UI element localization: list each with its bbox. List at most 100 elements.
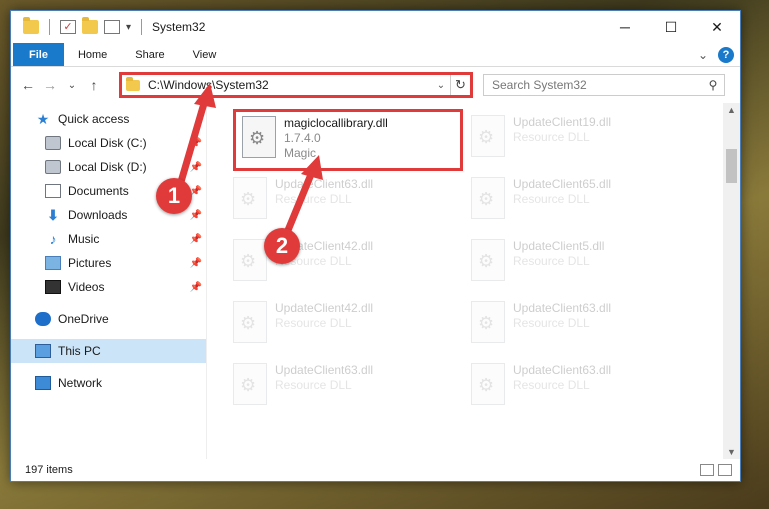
maximize-button[interactable]: ☐ (648, 11, 694, 43)
music-icon: ♪ (49, 231, 57, 247)
videos-icon (45, 280, 61, 294)
sidebar-item-local-disk-d[interactable]: Local Disk (D:) 📌 (11, 155, 206, 179)
vertical-scrollbar[interactable]: ▲ ▼ (723, 103, 740, 459)
file-explorer-window: ✓ ▾ System32 ─ ☐ ✕ File Home Share View … (10, 10, 741, 482)
network-icon (35, 376, 51, 390)
close-button[interactable]: ✕ (694, 11, 740, 43)
sidebar-item-label: Local Disk (C:) (68, 136, 147, 150)
file-item[interactable]: UpdateClient63.dllResource DLL (233, 177, 459, 235)
file-type: Resource DLL (513, 254, 590, 268)
pin-icon: 📌 (189, 161, 202, 173)
dll-file-icon (233, 177, 267, 219)
toolbar-dropdown-icon[interactable]: ▾ (126, 22, 131, 33)
forward-button[interactable]: → (39, 77, 61, 93)
large-icons-view-icon[interactable] (718, 464, 732, 476)
window-controls: ─ ☐ ✕ (602, 11, 740, 43)
tab-share[interactable]: Share (121, 43, 178, 66)
help-icon[interactable]: ? (718, 47, 734, 63)
file-type: Resource DLL (275, 378, 352, 392)
file-item[interactable]: UpdateClient19.dllResource DLL (471, 115, 697, 173)
sidebar-item-onedrive[interactable]: OneDrive (11, 307, 206, 331)
file-item[interactable]: UpdateClient65.dllResource DLL (471, 177, 697, 235)
dll-file-icon (233, 239, 267, 281)
tab-file[interactable]: File (13, 43, 64, 66)
file-item[interactable]: UpdateClient63.dllResource DLL (233, 363, 459, 421)
quick-access-toolbar: ✓ ▾ (11, 17, 146, 35)
file-type: Resource DLL (275, 316, 352, 330)
file-name: UpdateClient65.dll (513, 177, 612, 191)
tab-view[interactable]: View (179, 43, 231, 66)
expand-ribbon-icon[interactable]: ⌄ (698, 48, 708, 62)
sidebar-item-label: Network (58, 376, 103, 390)
search-box[interactable]: Search System32 ⚲ (483, 74, 725, 96)
file-item[interactable]: UpdateClient42.dllResource DLL (233, 301, 459, 359)
sidebar-item-label: Videos (68, 280, 105, 294)
back-button[interactable]: ← (17, 77, 39, 93)
pin-icon: 📌 (189, 281, 202, 293)
file-name: UpdateClient63.dll (513, 363, 612, 377)
recent-locations-button[interactable]: ⌄ (61, 80, 83, 91)
dll-file-icon (242, 116, 276, 158)
sidebar-item-label: Music (68, 232, 100, 246)
file-name: UpdateClient63.dll (513, 301, 612, 315)
scroll-down-icon[interactable]: ▼ (723, 447, 740, 457)
dll-file-icon (471, 363, 505, 405)
refresh-button[interactable]: ↻ (450, 75, 470, 95)
downloads-icon: ⬇ (47, 207, 59, 223)
file-name: UpdateClient19.dll (513, 115, 612, 129)
file-item[interactable]: UpdateClient63.dllResource DLL (471, 363, 697, 421)
scrollbar-thumb[interactable] (726, 149, 737, 183)
status-bar: 197 items (11, 459, 740, 481)
file-type: Resource DLL (275, 192, 352, 206)
details-view-icon[interactable] (700, 464, 714, 476)
dll-file-icon (471, 115, 505, 157)
file-version: 1.7.4.0 (284, 131, 321, 145)
folder-icon (126, 76, 140, 91)
address-bar[interactable]: C:\Windows\System32 ⌄ ↻ (119, 72, 473, 98)
minimize-button[interactable]: ─ (602, 11, 648, 43)
pin-icon: 📌 (189, 233, 202, 245)
sidebar-item-videos[interactable]: Videos 📌 (11, 275, 206, 299)
sidebar-item-label: Documents (68, 184, 129, 198)
main-area: ★ Quick access Local Disk (C:) 📌 Local D… (11, 103, 740, 459)
sidebar-item-local-disk-c[interactable]: Local Disk (C:) 📌 (11, 131, 206, 155)
file-item-highlighted[interactable]: magiclocallibrary.dll 1.7.4.0 Magic (233, 109, 463, 171)
sidebar-item-network[interactable]: Network (11, 371, 206, 395)
divider (49, 19, 50, 35)
address-row: ← → ⌄ ↑ C:\Windows\System32 ⌄ ↻ Search S… (11, 67, 740, 103)
window-title: System32 (152, 20, 206, 34)
dll-file-icon (471, 177, 505, 219)
address-path[interactable]: C:\Windows\System32 (148, 78, 432, 92)
view-toggles (700, 464, 732, 476)
search-icon[interactable]: ⚲ (702, 78, 724, 92)
file-item[interactable]: UpdateClient63.dllResource DLL (471, 301, 697, 359)
pin-icon: 📌 (189, 257, 202, 269)
ribbon-right: ⌄ ? (698, 47, 734, 63)
sidebar-item-this-pc[interactable]: This PC (11, 339, 206, 363)
sidebar-item-music[interactable]: ♪ Music 📌 (11, 227, 206, 251)
file-item[interactable]: UpdateClient5.dllResource DLL (471, 239, 697, 297)
file-type: Resource DLL (513, 378, 590, 392)
step-2-badge: 2 (264, 228, 300, 264)
file-name: UpdateClient5.dll (513, 239, 605, 253)
file-type: Resource DLL (513, 130, 590, 144)
customize-toolbar-icon[interactable] (104, 20, 120, 34)
properties-check-icon[interactable]: ✓ (60, 20, 76, 34)
address-dropdown-icon[interactable]: ⌄ (432, 80, 450, 91)
sidebar-item-quick-access[interactable]: ★ Quick access (11, 107, 206, 131)
search-input[interactable]: Search System32 (492, 78, 702, 92)
new-folder-icon[interactable] (82, 17, 98, 34)
pin-icon: 📌 (189, 209, 202, 221)
file-type: Resource DLL (513, 316, 590, 330)
file-list: magiclocallibrary.dll 1.7.4.0 Magic Upda… (207, 103, 740, 459)
up-button[interactable]: ↑ (83, 77, 105, 93)
file-name: UpdateClient63.dll (275, 363, 374, 377)
scroll-up-icon[interactable]: ▲ (723, 105, 740, 115)
file-company: Magic (284, 146, 317, 160)
file-type: Resource DLL (513, 192, 590, 206)
tab-home[interactable]: Home (64, 43, 121, 66)
drive-icon (45, 160, 61, 174)
file-name: UpdateClient63.dll (275, 177, 374, 191)
sidebar-item-pictures[interactable]: Pictures 📌 (11, 251, 206, 275)
documents-icon (45, 184, 61, 198)
